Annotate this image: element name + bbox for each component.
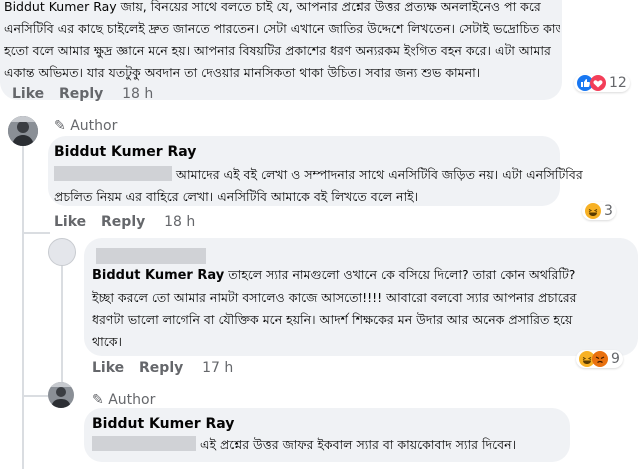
- thread-line: [22, 142, 24, 469]
- thread-line-branch: [22, 232, 50, 234]
- author-badge: ✎ Author: [92, 392, 156, 408]
- comment-actions-author-1: Like Reply 18 h: [54, 214, 205, 230]
- pencil-icon: ✎: [92, 392, 104, 408]
- reply-button[interactable]: Reply: [101, 214, 145, 230]
- author-badge: ✎ Author: [54, 118, 118, 134]
- comment-text-line: তাহলে স্যার নামগুলো ওখানে কে বসিয়ে দিলো…: [228, 267, 576, 282]
- reaction-count: 3: [604, 203, 613, 219]
- comment-text-line: একান্ত অভিমত। যার যতটুকু অবদান তা দেওয়া…: [4, 65, 481, 80]
- comment-text-line: ধরণটা ভালো লাগেনি বা যৌক্তিক মনে হয়নি। …: [92, 312, 573, 327]
- like-button[interactable]: Like: [54, 214, 86, 230]
- comment-text-line: Biddut Kumer Ray জায়, বিনয়ের সাথে বলতে…: [4, 0, 541, 14]
- comment-text-line: হতো বলে আমার ক্ষুদ্র জ্ঞানে মনে হয়। আপন…: [4, 43, 551, 58]
- comment-timestamp[interactable]: 18 h: [164, 214, 195, 230]
- comment-bubble-reply-2: Biddut Kumer Ray তাহলে স্যার নামগুলো ওখা…: [84, 238, 638, 356]
- thread-line-branch: [22, 395, 50, 397]
- comment-actions-top: Like Reply 18 h: [12, 86, 163, 102]
- comment-text-line: এই প্রশ্নের উত্তর জাফর ইকবাল স্যার বা কা…: [199, 437, 517, 452]
- love-reaction-icon: [590, 75, 606, 91]
- comment-text-line: আমাদের এই বই লেখা ও সম্পাদনার সাথে এনসিট…: [175, 167, 583, 182]
- comment-author-name[interactable]: Biddut Kumer Ray: [54, 144, 196, 160]
- reaction-summary[interactable]: 3: [582, 202, 616, 220]
- comment-timestamp[interactable]: 18 h: [122, 86, 153, 102]
- avatar[interactable]: [48, 238, 76, 266]
- redacted-mention: [92, 436, 196, 451]
- reply-button[interactable]: Reply: [59, 86, 103, 102]
- reply-button[interactable]: Reply: [139, 360, 183, 376]
- comment-bubble-author-3: Biddut Kumer Ray এই প্রশ্নের উত্তর জাফর …: [84, 408, 570, 462]
- comment-text-line: প্রচলিত নিয়ম এর বাহিরে লেখা। এনসিটিবি আ…: [54, 189, 419, 204]
- like-button[interactable]: Like: [12, 86, 44, 102]
- reaction-count: 12: [609, 75, 627, 91]
- like-button[interactable]: Like: [92, 360, 124, 376]
- avatar[interactable]: [48, 382, 74, 408]
- comment-author-name[interactable]: Biddut Kumer Ray: [92, 416, 234, 432]
- pencil-icon: ✎: [54, 118, 66, 134]
- comment-text-line: ইচ্ছা করলে তো আমার নামটা বসালেও কাজে আসত…: [92, 290, 577, 305]
- redacted-name: [96, 248, 206, 264]
- comment-bubble-top: Biddut Kumer Ray জায়, বিনয়ের সাথে বলতে…: [0, 0, 562, 100]
- comment-text-line: এনসিটিবি এর কাছে চাইলেই দ্রুত জানতে পারত…: [4, 21, 560, 36]
- redacted-mention: [54, 166, 172, 181]
- avatar[interactable]: [8, 116, 38, 146]
- haha-reaction-icon: [585, 203, 601, 219]
- mention-link[interactable]: Biddut Kumer Ray: [92, 268, 224, 283]
- comment-bubble-author-1: Biddut Kumer Ray আমাদের এই বই লেখা ও সম্…: [48, 136, 583, 206]
- reaction-summary[interactable]: 9: [576, 350, 623, 368]
- comment-text-line: থাকে।: [92, 334, 122, 349]
- reaction-count: 9: [611, 351, 620, 367]
- thread-line: [61, 258, 63, 388]
- comment-actions-reply-2: Like Reply 17 h: [92, 360, 243, 376]
- angry-reaction-icon: [592, 351, 608, 367]
- reaction-summary[interactable]: 12: [574, 74, 630, 92]
- comment-timestamp[interactable]: 17 h: [202, 360, 233, 376]
